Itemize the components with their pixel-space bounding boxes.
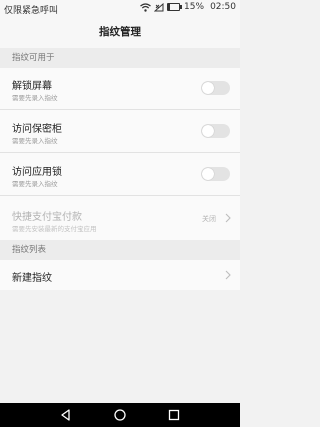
row-title: 访问应用锁 [12, 167, 62, 178]
navigation-bar [0, 403, 240, 427]
toggle-knob [202, 82, 214, 94]
battery-fill [168, 4, 171, 10]
toggle-knob [202, 125, 214, 137]
battery-percent: 15% [184, 2, 205, 12]
section-title: 指纹列表 [12, 245, 47, 255]
new-fingerprint-item[interactable]: 新建指纹 [0, 260, 240, 290]
status-icons: 15% 02:50 [140, 2, 236, 12]
setting-alipay-quick-pay[interactable]: 快捷支付宝付款 需要先安装最新的支付宝应用 关闭 [0, 196, 240, 242]
carrier-text: 仅限紧急呼叫 [4, 6, 59, 16]
section-header-fingerprint-list: 指纹列表 [0, 240, 240, 260]
setting-unlock-screen[interactable]: 解锁屏幕 需要先录入指纹 [0, 68, 240, 110]
status-bar: 仅限紧急呼叫 15% 02:50 [0, 0, 240, 17]
battery-icon [167, 3, 183, 11]
signal-icon [154, 2, 164, 11]
back-icon[interactable] [58, 407, 74, 423]
chevron-right-icon [225, 213, 231, 223]
safe-box-toggle[interactable] [201, 124, 230, 138]
alipay-status-value: 关闭 [202, 215, 216, 223]
new-fingerprint-label: 新建指纹 [12, 273, 52, 284]
setting-app-lock[interactable]: 访问应用锁 需要先录入指纹 [0, 153, 240, 196]
wifi-icon [140, 2, 151, 12]
setting-safe-box[interactable]: 访问保密柜 需要先录入指纹 [0, 110, 240, 153]
row-title: 解锁屏幕 [12, 81, 52, 92]
page-title: 指纹管理 [0, 17, 240, 48]
row-subtitle: 需要先安装最新的支付宝应用 [12, 225, 97, 233]
row-subtitle: 需要先录入指纹 [12, 137, 58, 145]
chevron-right-icon [225, 270, 231, 280]
clock: 02:50 [210, 2, 236, 12]
app-lock-toggle[interactable] [201, 167, 230, 181]
section-header-usage: 指纹可用于 [0, 48, 240, 68]
fingerprint-list: 新建指纹 [0, 260, 240, 290]
unlock-screen-toggle[interactable] [201, 81, 230, 95]
row-title: 快捷支付宝付款 [12, 212, 82, 223]
home-icon[interactable] [112, 407, 128, 423]
usage-list: 解锁屏幕 需要先录入指纹 访问保密柜 需要先录入指纹 访问应用锁 需要先录入指纹… [0, 68, 240, 242]
toggle-knob [202, 168, 214, 180]
row-subtitle: 需要先录入指纹 [12, 94, 58, 102]
recent-apps-icon[interactable] [166, 407, 182, 423]
row-title: 访问保密柜 [12, 124, 62, 135]
row-subtitle: 需要先录入指纹 [12, 180, 58, 188]
section-title: 指纹可用于 [12, 53, 55, 63]
